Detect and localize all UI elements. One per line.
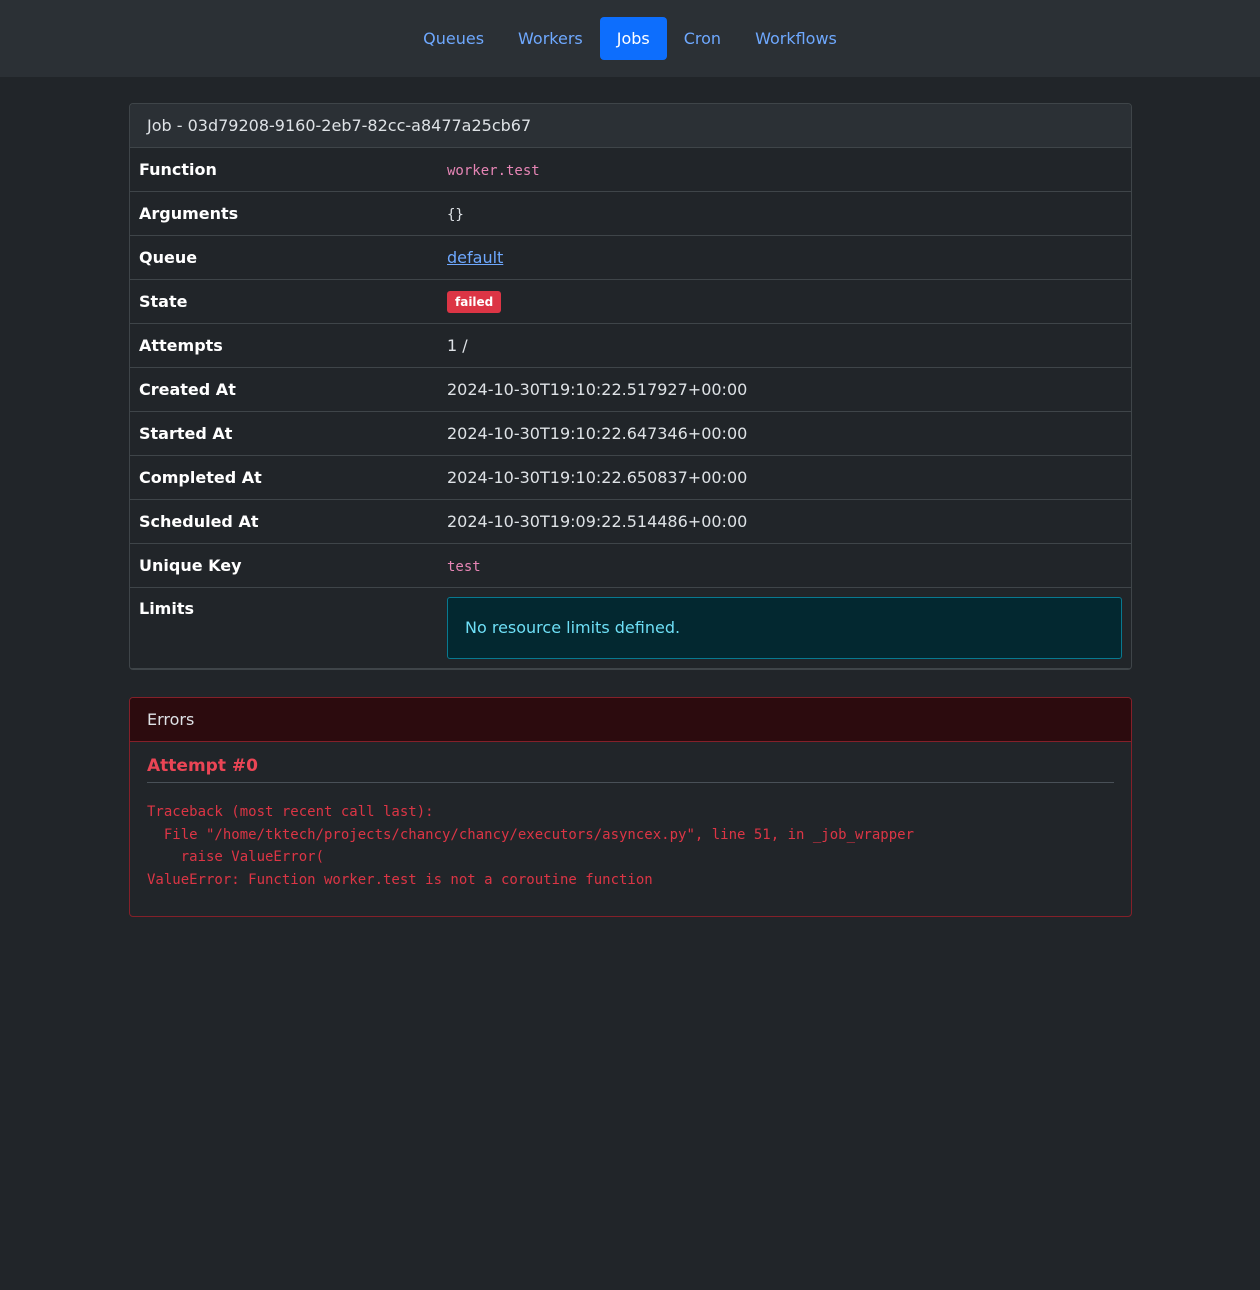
row-function: Function worker.test	[130, 148, 1131, 192]
limits-info-alert: No resource limits defined.	[447, 597, 1122, 659]
job-title: Job - 03d79208-9160-2eb7-82cc-a8477a25cb…	[130, 104, 1131, 148]
row-queue: Queue default	[130, 235, 1131, 280]
function-value: worker.test	[447, 163, 540, 179]
attempts-value: 1 /	[438, 323, 1131, 368]
row-state: State failed	[130, 279, 1131, 324]
nav-jobs[interactable]: Jobs	[599, 17, 667, 60]
row-completed-at: Completed At 2024-10-30T19:10:22.650837+…	[130, 455, 1131, 500]
created-at-label: Created At	[130, 367, 438, 412]
job-details-card: Job - 03d79208-9160-2eb7-82cc-a8477a25cb…	[129, 103, 1132, 670]
row-scheduled-at: Scheduled At 2024-10-30T19:09:22.514486+…	[130, 499, 1131, 544]
job-details-table: Function worker.test Arguments {} Queue …	[130, 148, 1131, 669]
scheduled-at-label: Scheduled At	[130, 499, 438, 544]
completed-at-label: Completed At	[130, 455, 438, 500]
row-arguments: Arguments {}	[130, 191, 1131, 236]
nav-queues[interactable]: Queues	[406, 17, 501, 60]
created-at-value: 2024-10-30T19:10:22.517927+00:00	[438, 367, 1131, 412]
row-unique-key: Unique Key test	[130, 543, 1131, 588]
unique-key-value: test	[447, 559, 481, 575]
nav-cron[interactable]: Cron	[667, 17, 738, 60]
errors-body: Attempt #0 Traceback (most recent call l…	[130, 742, 1131, 916]
row-attempts: Attempts 1 /	[130, 323, 1131, 368]
nav-list: Queues Workers Jobs Cron Workflows	[406, 17, 854, 60]
queue-label: Queue	[130, 235, 438, 280]
arguments-value: {}	[447, 207, 464, 223]
attempt-title: Attempt #0	[147, 756, 1114, 783]
attempts-label: Attempts	[130, 323, 438, 368]
traceback: Traceback (most recent call last): File …	[147, 804, 915, 889]
started-at-value: 2024-10-30T19:10:22.647346+00:00	[438, 411, 1131, 456]
row-limits: Limits No resource limits defined.	[130, 587, 1131, 669]
nav-workers[interactable]: Workers	[501, 17, 600, 60]
row-created-at: Created At 2024-10-30T19:10:22.517927+00…	[130, 367, 1131, 412]
nav-workflows[interactable]: Workflows	[738, 17, 854, 60]
function-label: Function	[130, 148, 438, 192]
errors-header: Errors	[130, 698, 1131, 742]
limits-label: Limits	[130, 587, 438, 669]
row-started-at: Started At 2024-10-30T19:10:22.647346+00…	[130, 411, 1131, 456]
scheduled-at-value: 2024-10-30T19:09:22.514486+00:00	[438, 499, 1131, 544]
errors-card: Errors Attempt #0 Traceback (most recent…	[129, 697, 1132, 917]
top-navigation: Queues Workers Jobs Cron Workflows	[0, 0, 1260, 77]
queue-link[interactable]: default	[447, 248, 503, 267]
state-label: State	[130, 279, 438, 324]
state-badge: failed	[447, 290, 502, 313]
completed-at-value: 2024-10-30T19:10:22.650837+00:00	[438, 455, 1131, 500]
started-at-label: Started At	[130, 411, 438, 456]
arguments-label: Arguments	[130, 191, 438, 236]
unique-key-label: Unique Key	[130, 543, 438, 588]
main-container: Job - 03d79208-9160-2eb7-82cc-a8477a25cb…	[129, 103, 1132, 917]
